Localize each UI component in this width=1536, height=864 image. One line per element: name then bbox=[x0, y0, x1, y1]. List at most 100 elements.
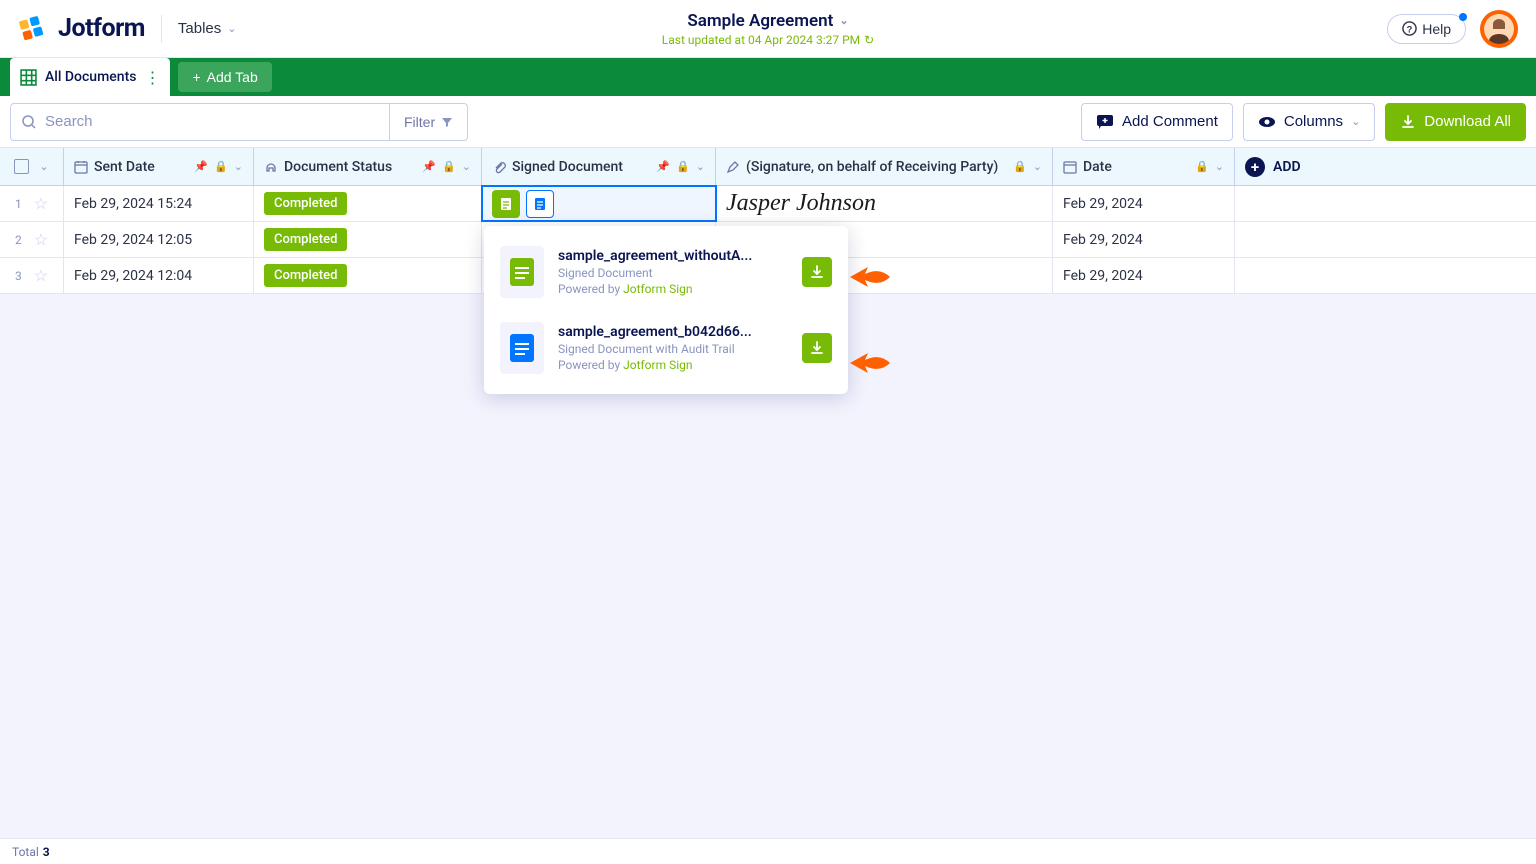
document-title: Sample Agreement bbox=[687, 11, 833, 31]
jotform-sign-link[interactable]: Jotform Sign bbox=[623, 358, 692, 372]
download-button[interactable] bbox=[802, 333, 832, 363]
chevron-down-icon: ⌄ bbox=[227, 22, 236, 35]
add-column-button[interactable]: + ADD bbox=[1245, 157, 1301, 177]
logo[interactable]: Jotform bbox=[18, 14, 145, 43]
signed-doc-icon[interactable] bbox=[492, 190, 520, 218]
dropdown-item-info: sample_agreement_b042d66... Signed Docum… bbox=[558, 324, 788, 372]
signed-document-cell[interactable] bbox=[482, 186, 716, 221]
grid-icon bbox=[20, 69, 37, 86]
star-icon[interactable]: ☆ bbox=[34, 230, 48, 249]
date-cell[interactable]: Feb 29, 2024 bbox=[1053, 258, 1235, 293]
column-label: Signed Document bbox=[512, 159, 623, 175]
dropdown-item-info: sample_agreement_withoutA... Signed Docu… bbox=[558, 248, 788, 296]
help-icon: ? bbox=[1402, 21, 1417, 36]
sent-date-cell[interactable]: Feb 29, 2024 12:04 bbox=[64, 258, 254, 293]
chevron-down-icon: ⌄ bbox=[839, 14, 848, 27]
download-all-button[interactable]: Download All bbox=[1385, 103, 1526, 141]
column-add[interactable]: + ADD bbox=[1235, 148, 1536, 185]
toolbar: Filter Add Comment Columns ⌄ Download Al… bbox=[0, 96, 1536, 148]
sent-date-cell[interactable]: Feb 29, 2024 15:24 bbox=[64, 186, 254, 221]
document-thumbnail bbox=[500, 246, 544, 298]
sent-date-cell[interactable]: Feb 29, 2024 12:05 bbox=[64, 222, 254, 257]
empty-cell bbox=[1235, 258, 1536, 293]
signature-cell[interactable]: Jasper Johnson bbox=[716, 186, 1053, 221]
document-thumbnail bbox=[500, 322, 544, 374]
column-signature[interactable]: (Signature, on behalf of Receiving Party… bbox=[716, 148, 1053, 185]
search-filter-group: Filter bbox=[10, 103, 468, 141]
calendar-icon bbox=[74, 160, 88, 174]
status-bar: Total 3 bbox=[0, 838, 1536, 864]
chevron-down-icon[interactable]: ⌄ bbox=[39, 160, 48, 173]
star-icon[interactable]: ☆ bbox=[34, 266, 48, 285]
column-label: (Signature, on behalf of Receiving Party… bbox=[746, 159, 998, 175]
document-icons[interactable] bbox=[492, 190, 554, 218]
help-button[interactable]: ? Help bbox=[1387, 14, 1466, 44]
attachment-icon bbox=[492, 160, 506, 174]
header-select-all[interactable]: ⌄ bbox=[0, 148, 64, 185]
date-cell[interactable]: Feb 29, 2024 bbox=[1053, 222, 1235, 257]
file-name: sample_agreement_withoutA... bbox=[558, 248, 788, 264]
column-sent-date[interactable]: Sent Date 📌🔒⌄ bbox=[64, 148, 254, 185]
svg-text:?: ? bbox=[1407, 24, 1413, 34]
chevron-down-icon: ⌄ bbox=[1351, 115, 1360, 128]
pin-icon: 📌 bbox=[422, 160, 436, 173]
dropdown-item[interactable]: sample_agreement_b042d66... Signed Docum… bbox=[484, 310, 848, 386]
total-count: 3 bbox=[43, 845, 50, 859]
column-document-status[interactable]: Document Status 📌 🔒 ⌄ bbox=[254, 148, 482, 185]
download-icon bbox=[1400, 114, 1416, 130]
total-label: Total bbox=[12, 845, 39, 859]
star-icon[interactable]: ☆ bbox=[34, 194, 48, 213]
search-box[interactable] bbox=[10, 103, 390, 141]
lock-icon: 🔒 bbox=[214, 160, 228, 173]
status-cell[interactable]: Completed bbox=[254, 222, 482, 257]
column-signed-document[interactable]: Signed Document 📌🔒⌄ bbox=[482, 148, 716, 185]
search-input[interactable] bbox=[45, 113, 379, 130]
powered-by: Powered by Jotform Sign bbox=[558, 358, 788, 372]
tab-all-documents[interactable]: All Documents ⋮ bbox=[10, 58, 170, 96]
add-column-label: ADD bbox=[1273, 159, 1301, 175]
add-tab-button[interactable]: + Add Tab bbox=[178, 62, 271, 92]
status-cell[interactable]: Completed bbox=[254, 186, 482, 221]
chevron-down-icon[interactable]: ⌄ bbox=[1215, 160, 1224, 173]
plus-circle-icon: + bbox=[1245, 157, 1265, 177]
empty-cell bbox=[1235, 186, 1536, 221]
refresh-icon[interactable]: ↻ bbox=[864, 33, 874, 47]
row-number-cell[interactable]: 1☆ bbox=[0, 186, 64, 221]
add-comment-button[interactable]: Add Comment bbox=[1081, 103, 1233, 141]
logo-icon bbox=[18, 15, 46, 43]
jotform-sign-link[interactable]: Jotform Sign bbox=[623, 282, 692, 296]
chevron-down-icon[interactable]: ⌄ bbox=[234, 160, 243, 173]
lock-icon: 🔒 bbox=[442, 160, 456, 173]
row-number-cell[interactable]: 3☆ bbox=[0, 258, 64, 293]
dropdown-item[interactable]: sample_agreement_withoutA... Signed Docu… bbox=[484, 234, 848, 310]
lock-icon: 🔒 bbox=[676, 160, 690, 173]
filter-button[interactable]: Filter bbox=[390, 103, 468, 141]
document-title-row[interactable]: Sample Agreement ⌄ bbox=[662, 11, 874, 31]
status-cell[interactable]: Completed bbox=[254, 258, 482, 293]
chevron-down-icon[interactable]: ⌄ bbox=[462, 160, 471, 173]
column-date[interactable]: Date 🔒⌄ bbox=[1053, 148, 1235, 185]
date-cell[interactable]: Feb 29, 2024 bbox=[1053, 186, 1235, 221]
tab-menu-icon[interactable]: ⋮ bbox=[144, 68, 160, 87]
select-all-checkbox[interactable] bbox=[14, 159, 29, 174]
table-row[interactable]: 1☆ Feb 29, 2024 15:24 Completed Jasper J… bbox=[0, 186, 1536, 222]
header-divider bbox=[161, 15, 162, 43]
user-avatar[interactable] bbox=[1480, 10, 1518, 48]
row-number-cell[interactable]: 2☆ bbox=[0, 222, 64, 257]
column-label: Date bbox=[1083, 159, 1112, 175]
column-label: Document Status bbox=[284, 159, 392, 175]
status-badge: Completed bbox=[264, 264, 347, 287]
columns-label: Columns bbox=[1284, 113, 1343, 130]
app-header: Jotform Tables ⌄ Sample Agreement ⌄ Last… bbox=[0, 0, 1536, 58]
download-button[interactable] bbox=[802, 257, 832, 287]
tables-dropdown[interactable]: Tables ⌄ bbox=[178, 20, 237, 37]
chevron-down-icon[interactable]: ⌄ bbox=[696, 160, 705, 173]
columns-button[interactable]: Columns ⌄ bbox=[1243, 103, 1375, 141]
tables-label: Tables bbox=[178, 20, 221, 37]
audit-doc-icon[interactable] bbox=[526, 190, 554, 218]
logo-text: Jotform bbox=[58, 14, 145, 43]
last-updated: Last updated at 04 Apr 2024 3:27 PM ↻ bbox=[662, 33, 874, 47]
pen-icon bbox=[726, 160, 740, 174]
chevron-down-icon[interactable]: ⌄ bbox=[1033, 160, 1042, 173]
column-label: Sent Date bbox=[94, 159, 155, 175]
